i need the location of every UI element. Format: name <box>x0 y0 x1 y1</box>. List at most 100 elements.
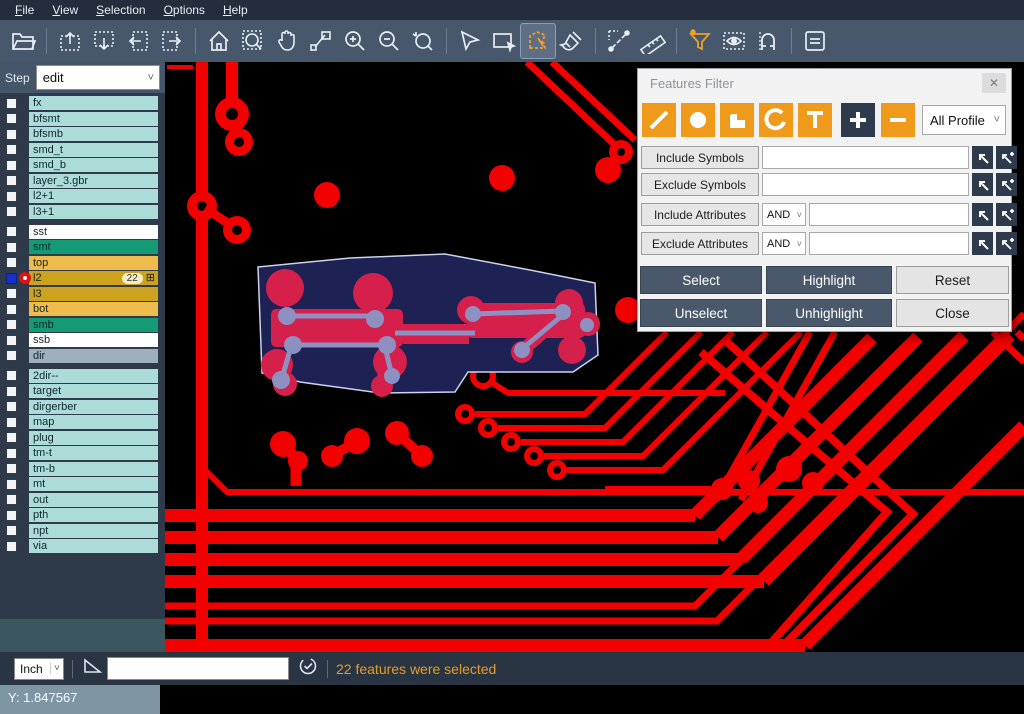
layer-visibility-checkbox[interactable] <box>6 541 17 552</box>
layer-visibility-checkbox[interactable] <box>6 370 17 381</box>
layer-visibility-checkbox[interactable] <box>6 401 17 412</box>
unselect-button[interactable]: Unselect <box>640 299 762 327</box>
layer-name-cell[interactable]: l3⊞ <box>29 287 158 301</box>
layer-row[interactable]: via⊞ <box>0 539 165 553</box>
surfaces-filter-button[interactable] <box>720 103 754 137</box>
pick-from-screen-icon[interactable] <box>972 146 993 169</box>
layer-name-cell[interactable]: bfsmt⊞ <box>29 112 158 126</box>
view-options-icon[interactable] <box>717 24 751 58</box>
layer-visibility-checkbox[interactable] <box>6 319 17 330</box>
menu-item[interactable]: Selection <box>87 1 154 19</box>
layer-name-cell[interactable]: top⊞ <box>29 256 158 270</box>
layer-name-cell[interactable]: bot⊞ <box>29 302 158 316</box>
layer-name-cell[interactable]: smt⊞ <box>29 240 158 254</box>
layer-name-cell[interactable]: plug⊞ <box>29 431 158 445</box>
layer-visibility-checkbox[interactable] <box>6 113 17 124</box>
poly-select-icon[interactable] <box>521 24 555 58</box>
include-attributes-and-select[interactable]: AND˅ <box>762 203 806 226</box>
layer-visibility-checkbox[interactable] <box>6 494 17 505</box>
layers-panel-icon[interactable] <box>798 24 832 58</box>
layer-row[interactable]: smt⊞ <box>0 240 165 254</box>
exclude-symbols-button[interactable]: Exclude Symbols <box>641 173 759 196</box>
layer-name-cell[interactable]: smd_t⊞ <box>29 143 158 157</box>
layer-row[interactable]: fx⊞ <box>0 96 165 110</box>
open-file-icon[interactable] <box>6 24 40 58</box>
layer-row[interactable]: pth⊞ <box>0 508 165 522</box>
menu-item[interactable]: View <box>43 1 87 19</box>
layer-visibility-checkbox[interactable] <box>6 448 17 459</box>
add-mode-button[interactable] <box>841 103 875 137</box>
layer-name-cell[interactable]: smb⊞ <box>29 318 158 332</box>
layer-row[interactable]: tm-t⊞ <box>0 446 165 460</box>
layer-visibility-checkbox[interactable] <box>6 479 17 490</box>
pan-hand-icon[interactable] <box>270 24 304 58</box>
layer-visibility-checkbox[interactable] <box>6 417 17 428</box>
layer-visibility-checkbox[interactable] <box>6 335 17 346</box>
exclude-attributes-and-select[interactable]: AND˅ <box>762 232 806 255</box>
layer-row[interactable]: dir⊞ <box>0 349 165 363</box>
layer-name-cell[interactable]: tm-t⊞ <box>29 446 158 460</box>
layer-row[interactable]: l3+1⊞ <box>0 205 165 219</box>
layer-visibility-checkbox[interactable] <box>6 273 17 284</box>
layer-visibility-checkbox[interactable] <box>6 175 17 186</box>
layer-visibility-checkbox[interactable] <box>6 288 17 299</box>
unit-select[interactable]: Inch ˅ <box>14 658 64 680</box>
menu-item[interactable]: Help <box>214 1 257 19</box>
page-down-icon[interactable] <box>87 24 121 58</box>
layer-row[interactable]: smd_b⊞ <box>0 158 165 172</box>
layer-row[interactable]: plug⊞ <box>0 431 165 445</box>
layer-row[interactable]: tm-b⊞ <box>0 462 165 476</box>
include-attributes-button[interactable]: Include Attributes <box>641 203 759 226</box>
layer-visibility-checkbox[interactable] <box>6 304 17 315</box>
features-filter-icon[interactable] <box>683 24 717 58</box>
layer-name-cell[interactable]: layer_3.gbr⊞ <box>29 174 158 188</box>
layer-name-cell[interactable]: l2+1⊞ <box>29 189 158 203</box>
layer-row[interactable]: layer_3.gbr⊞ <box>0 174 165 188</box>
layer-name-cell[interactable]: 2dir--⊞ <box>29 369 158 383</box>
layer-row[interactable]: 2dir--⊞ <box>0 369 165 383</box>
lines-filter-button[interactable] <box>642 103 676 137</box>
corner-angle-icon[interactable] <box>81 656 103 681</box>
layer-visibility-checkbox[interactable] <box>6 98 17 109</box>
text-filter-button[interactable] <box>798 103 832 137</box>
layer-name-cell[interactable]: ssb⊞ <box>29 333 158 347</box>
exclude-symbols-input[interactable] <box>762 173 969 196</box>
pick-add-from-screen-icon[interactable] <box>996 146 1017 169</box>
layer-name-cell[interactable]: mt⊞ <box>29 477 158 491</box>
step-select[interactable]: edit ˅ <box>36 65 160 90</box>
layer-visibility-checkbox[interactable] <box>6 242 17 253</box>
pick-add-from-screen-icon[interactable] <box>996 173 1017 196</box>
pads-filter-button[interactable] <box>681 103 715 137</box>
layer-visibility-checkbox[interactable] <box>6 350 17 361</box>
layer-name-cell[interactable]: dir⊞ <box>29 349 158 363</box>
zoom-in-icon[interactable] <box>338 24 372 58</box>
menu-item[interactable]: Options <box>155 1 214 19</box>
layer-visibility-checkbox[interactable] <box>6 510 17 521</box>
layer-visibility-checkbox[interactable] <box>6 525 17 536</box>
zoom-previous-icon[interactable] <box>406 24 440 58</box>
exclude-attributes-button[interactable]: Exclude Attributes <box>641 232 759 255</box>
layer-visibility-checkbox[interactable] <box>6 206 17 217</box>
layer-name-cell[interactable]: target⊞ <box>29 384 158 398</box>
layer-name-cell[interactable]: pth⊞ <box>29 508 158 522</box>
layer-name-cell[interactable]: sst⊞ <box>29 225 158 239</box>
layer-row[interactable]: smd_t⊞ <box>0 143 165 157</box>
layer-row[interactable]: l3⊞ <box>0 287 165 301</box>
layer-name-cell[interactable]: l222⊞ <box>29 271 158 285</box>
select-pointer-icon[interactable] <box>453 24 487 58</box>
layer-name-cell[interactable]: smd_b⊞ <box>29 158 158 172</box>
include-symbols-input[interactable] <box>762 146 969 169</box>
clear-brush-icon[interactable] <box>555 24 589 58</box>
layer-name-cell[interactable]: l3+1⊞ <box>29 205 158 219</box>
layer-row[interactable]: sst⊞ <box>0 225 165 239</box>
layer-row[interactable]: bfsmb⊞ <box>0 127 165 141</box>
include-attributes-input[interactable] <box>809 203 969 226</box>
pick-from-screen-icon[interactable] <box>972 173 993 196</box>
layer-row[interactable]: out⊞ <box>0 493 165 507</box>
exclude-attributes-input[interactable] <box>809 232 969 255</box>
remove-mode-button[interactable] <box>881 103 915 137</box>
pick-from-screen-icon[interactable] <box>972 232 993 255</box>
layer-name-cell[interactable]: fx⊞ <box>29 96 158 110</box>
close-button[interactable]: Close <box>896 299 1009 327</box>
layer-visibility-checkbox[interactable] <box>6 129 17 140</box>
